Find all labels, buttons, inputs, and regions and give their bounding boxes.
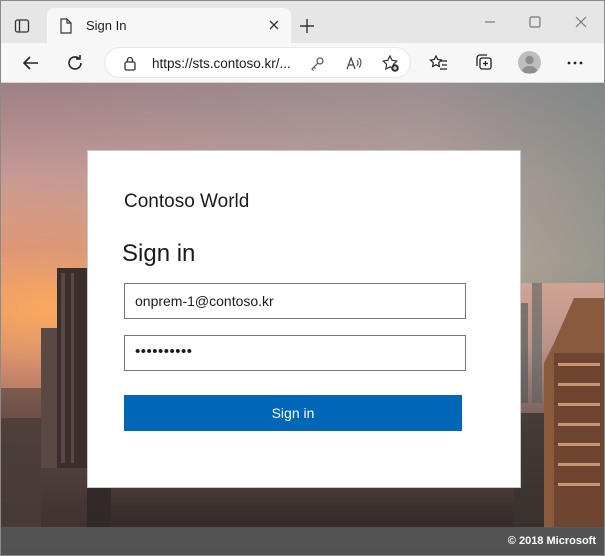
username-value: onprem-1@contoso.kr [135, 293, 274, 309]
refresh-icon[interactable] [64, 52, 86, 74]
tab-strip: Sign In [1, 1, 604, 43]
plus-icon[interactable] [297, 16, 317, 36]
sign-in-card: Contoso World Sign in onprem-1@contoso.k… [87, 150, 521, 488]
password-value: •••••••••• [135, 343, 193, 360]
profile-icon[interactable] [518, 51, 541, 74]
browser-window: Sign In https://sts.contoso.kr/... Conto… [0, 0, 605, 556]
page-footer: © 2018 Microsoft [1, 527, 604, 555]
background-skyline-right [514, 283, 604, 528]
more-icon[interactable] [564, 52, 586, 74]
read-aloud-icon[interactable] [345, 55, 363, 72]
close-window-icon[interactable] [572, 13, 590, 31]
company-name: Contoso World [124, 191, 250, 212]
tab-actions-icon[interactable] [9, 13, 35, 39]
sign-in-button-label: Sign in [271, 405, 315, 421]
minimize-icon[interactable] [481, 13, 499, 31]
sign-in-button[interactable]: Sign in [124, 395, 462, 431]
favorite-add-icon[interactable] [381, 54, 400, 73]
tab-sign-in[interactable]: Sign In [47, 8, 291, 43]
document-icon [60, 18, 72, 34]
url-text: https://sts.contoso.kr/... [152, 56, 291, 71]
key-icon[interactable] [309, 56, 325, 72]
close-icon[interactable] [267, 18, 281, 32]
page-content: Contoso World Sign in onprem-1@contoso.k… [1, 83, 604, 555]
tab-title: Sign In [86, 18, 127, 33]
password-field[interactable]: •••••••••• [124, 335, 466, 371]
lock-icon[interactable] [123, 56, 137, 71]
address-bar[interactable]: https://sts.contoso.kr/... [104, 47, 411, 78]
maximize-icon[interactable] [526, 13, 544, 31]
page-title: Sign in [122, 240, 196, 267]
copyright-text: © 2018 Microsoft [507, 535, 596, 547]
username-field[interactable]: onprem-1@contoso.kr [124, 283, 466, 319]
navigation-toolbar: https://sts.contoso.kr/... [1, 43, 604, 83]
favorites-icon[interactable] [428, 52, 450, 74]
back-arrow-icon[interactable] [20, 52, 42, 74]
collections-icon[interactable] [473, 52, 495, 74]
